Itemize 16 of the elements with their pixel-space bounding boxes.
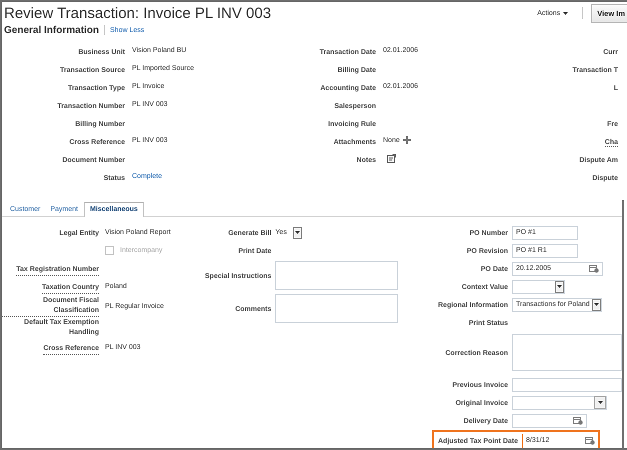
- calendar-icon[interactable]: [573, 416, 583, 425]
- dropdown-field[interactable]: [512, 396, 607, 410]
- caret-icon: [563, 12, 568, 14]
- notes-icon[interactable]: [387, 154, 396, 162]
- text-field[interactable]: [512, 378, 622, 392]
- caret-icon: [557, 285, 562, 288]
- add-icon[interactable]: [402, 136, 411, 144]
- caret-icon: [594, 303, 599, 306]
- calendar-icon[interactable]: [589, 264, 599, 273]
- date-field[interactable]: [512, 414, 587, 428]
- caret-icon: [295, 231, 300, 234]
- caret-icon: [598, 401, 602, 404]
- page-title: Review Transaction: Invoice PL INV 003: [4, 4, 272, 22]
- dropdown-field[interactable]: [512, 280, 565, 294]
- calendar-icon[interactable]: [585, 436, 595, 445]
- section-title: General Information: [4, 24, 100, 36]
